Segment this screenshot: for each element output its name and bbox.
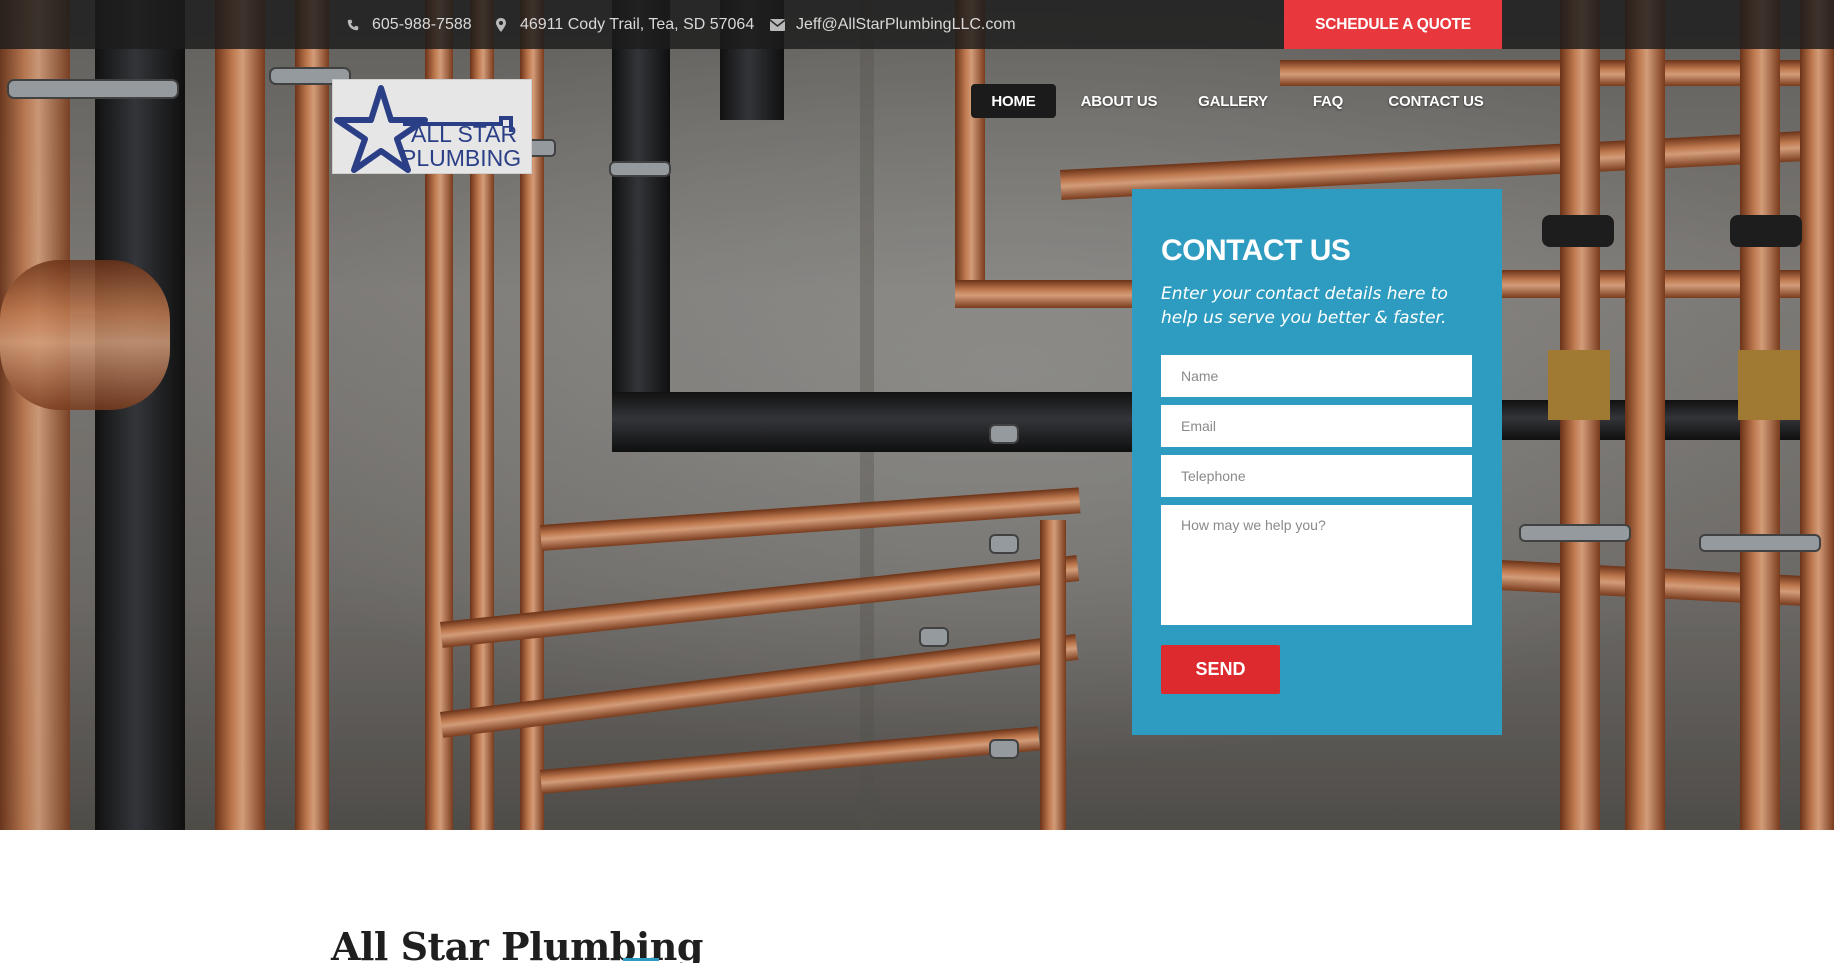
schedule-quote-button[interactable]: SCHEDULE A QUOTE bbox=[1284, 0, 1502, 49]
send-button[interactable]: SEND bbox=[1161, 645, 1280, 694]
site-logo[interactable]: ALL STAR PLUMBING bbox=[332, 79, 532, 174]
title-underline bbox=[623, 958, 659, 961]
map-marker-icon bbox=[492, 16, 510, 34]
envelope-icon bbox=[768, 16, 786, 34]
hero-banner bbox=[0, 0, 1834, 830]
top-bar: 605-988-7588 46911 Cody Trail, Tea, SD 5… bbox=[0, 0, 1834, 49]
email-input[interactable] bbox=[1161, 405, 1472, 447]
nav-home[interactable]: HOME bbox=[971, 84, 1056, 118]
nav-contact-us[interactable]: CONTACT US bbox=[1384, 84, 1488, 118]
phone-icon bbox=[344, 16, 362, 34]
phone-number: 605-988-7588 bbox=[372, 15, 472, 33]
contact-form-panel: CONTACT US Enter your contact details he… bbox=[1132, 189, 1502, 735]
contact-subtitle: Enter your contact details here to help … bbox=[1161, 284, 1448, 328]
plumbing-pipes-image bbox=[0, 0, 1834, 830]
contact-title: CONTACT US bbox=[1161, 234, 1351, 267]
logo-text-line2: PLUMBING bbox=[401, 145, 521, 171]
logo-text-line1: ALL STAR bbox=[411, 121, 517, 147]
address-info: 46911 Cody Trail, Tea, SD 57064 bbox=[492, 0, 754, 49]
email-info[interactable]: Jeff@AllStarPlumbingLLC.com bbox=[768, 0, 1016, 49]
nav-about-us[interactable]: ABOUT US bbox=[1076, 84, 1162, 118]
nav-gallery[interactable]: GALLERY bbox=[1196, 84, 1270, 118]
nav-faq[interactable]: FAQ bbox=[1308, 84, 1348, 118]
phone-info[interactable]: 605-988-7588 bbox=[344, 0, 472, 49]
telephone-input[interactable] bbox=[1161, 455, 1472, 497]
star-logo-icon: ALL STAR PLUMBING bbox=[334, 85, 521, 173]
email-address: Jeff@AllStarPlumbingLLC.com bbox=[796, 15, 1016, 33]
message-textarea[interactable] bbox=[1161, 505, 1472, 625]
address-text: 46911 Cody Trail, Tea, SD 57064 bbox=[520, 15, 755, 33]
name-input[interactable] bbox=[1161, 355, 1472, 397]
